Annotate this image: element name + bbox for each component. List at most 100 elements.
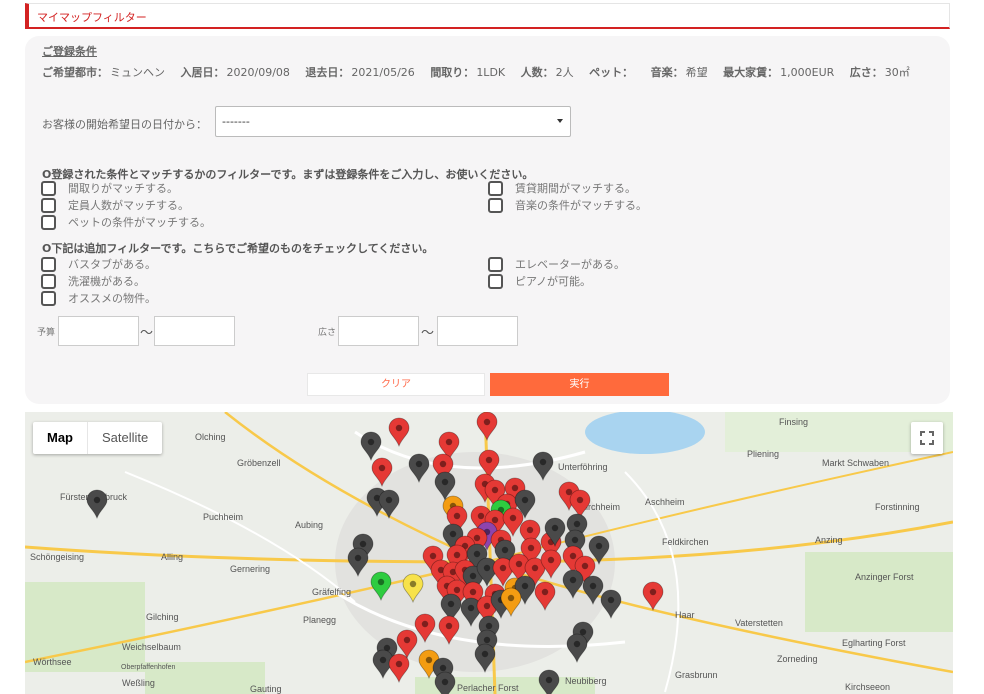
checkbox[interactable]: [41, 214, 56, 230]
cond-moveout-label: 退去日：: [305, 66, 350, 79]
budget-tilde: 〜: [140, 326, 154, 341]
checkbox-label: ペットの条件がマッチする。: [68, 216, 211, 229]
map-marker-icon[interactable]: [360, 431, 382, 462]
cond-movein-label: 入居日：: [180, 66, 225, 79]
cond-music-label: 音楽：: [650, 66, 684, 79]
map-marker-icon[interactable]: [600, 589, 622, 620]
filter-panel: ご登録条件 ご希望都市： ミュンヘン 入居日： 2020/09/08 退去日： 202…: [25, 36, 950, 404]
match-filter-music[interactable]: 音楽の条件がマッチする。: [488, 197, 647, 213]
match-filter-capacity[interactable]: 定員人数がマッチする。: [41, 197, 189, 213]
start-date-select[interactable]: -------: [215, 106, 571, 137]
map-marker-icon[interactable]: [569, 489, 591, 520]
match-filter-layout[interactable]: 間取りがマッチする。: [41, 180, 178, 196]
cond-layout-label: 間取り：: [430, 66, 475, 79]
map-marker-icon[interactable]: [534, 581, 556, 612]
extra-filter-piano[interactable]: ピアノが可能。: [488, 273, 591, 289]
map-marker-icon[interactable]: [562, 569, 584, 600]
map-marker-icon[interactable]: [566, 633, 588, 664]
map-marker-icon[interactable]: [582, 575, 604, 606]
chevron-down-icon: [557, 119, 563, 123]
map-marker-icon[interactable]: [371, 457, 393, 488]
map-marker-icon[interactable]: [388, 417, 410, 448]
start-date-value: -------: [222, 115, 250, 128]
map-marker-icon[interactable]: [434, 671, 456, 694]
extra-filter-bathtub[interactable]: バスタブがある。: [41, 256, 156, 272]
cond-music-value: 希望: [685, 66, 708, 79]
checkbox-label: バスタブがある。: [68, 258, 156, 271]
cond-rent-value: 1,000EUR: [780, 66, 835, 79]
cond-pet-label: ペット：: [589, 66, 634, 79]
map-marker-icon[interactable]: [438, 615, 460, 646]
match-filter-period[interactable]: 賃貸期間がマッチする。: [488, 180, 636, 196]
cond-rent-label: 最大家賃：: [723, 66, 779, 79]
fullscreen-button[interactable]: [911, 422, 943, 454]
map-marker-icon[interactable]: [402, 573, 424, 604]
area-tilde: 〜: [421, 326, 435, 341]
map-type-control: Map Satellite: [33, 422, 163, 454]
map-marker-icon[interactable]: [347, 547, 369, 578]
checkbox[interactable]: [488, 180, 503, 196]
area-max-input[interactable]: [437, 316, 518, 346]
checkbox-label: オススメの物件。: [68, 292, 156, 305]
map-marker-icon[interactable]: [414, 613, 436, 644]
property-map[interactable]: Olching Gröbenzell Fürstenfeldbruck Puch…: [25, 412, 953, 694]
cond-people-label: 人数：: [520, 66, 554, 79]
clear-button[interactable]: クリア: [307, 373, 485, 396]
area-label: 広さ: [318, 328, 337, 338]
checkbox[interactable]: [488, 256, 503, 272]
checkbox[interactable]: [488, 197, 503, 213]
cond-movein-value: 2020/09/08: [226, 66, 290, 79]
start-date-label: お客様の開始希望日の日付から：: [42, 118, 207, 131]
run-button[interactable]: 実行: [490, 373, 669, 396]
map-type-map-button[interactable]: Map: [33, 422, 88, 454]
checkbox[interactable]: [41, 273, 56, 289]
filter-title-bar: マイマップフィルター: [25, 3, 950, 29]
map-marker-icon[interactable]: [474, 643, 496, 674]
cond-layout-value: 1LDK: [476, 66, 506, 79]
extra-filter-recommended[interactable]: オススメの物件。: [41, 290, 156, 306]
extra-filter-elevator[interactable]: エレベーターがある。: [488, 256, 625, 272]
extra-filter-washer[interactable]: 洗濯機がある。: [41, 273, 145, 289]
checkbox-label: 音楽の条件がマッチする。: [515, 199, 647, 212]
checkbox[interactable]: [488, 273, 503, 289]
match-filter-pet[interactable]: ペットの条件がマッチする。: [41, 214, 211, 230]
checkbox-label: 定員人数がマッチする。: [68, 199, 189, 212]
cond-area-label: 広さ：: [849, 66, 883, 79]
checkbox-label: 賃貸期間がマッチする。: [515, 182, 636, 195]
map-marker-icon[interactable]: [642, 581, 664, 612]
conditions-heading: ご登録条件: [42, 45, 97, 58]
cond-area-value: 30㎡: [884, 66, 910, 79]
budget-label: 予算: [37, 328, 56, 338]
map-marker-icon[interactable]: [540, 549, 562, 580]
map-markers: [86, 412, 664, 694]
map-type-satellite-button[interactable]: Satellite: [88, 422, 162, 454]
map-marker-icon[interactable]: [86, 489, 108, 520]
checkbox-label: ピアノが可能。: [515, 275, 592, 288]
cond-city-value: ミュンヘン: [110, 66, 165, 79]
cond-moveout-value: 2021/05/26: [351, 66, 415, 79]
checkbox[interactable]: [41, 180, 56, 196]
cond-people-value: 2人: [555, 66, 574, 79]
budget-min-input[interactable]: [58, 316, 139, 346]
checkbox[interactable]: [41, 197, 56, 213]
map-marker-icon[interactable]: [478, 449, 500, 480]
area-min-input[interactable]: [338, 316, 419, 346]
fullscreen-icon: [920, 431, 934, 445]
checkbox-label: 洗濯機がある。: [68, 275, 145, 288]
map-marker-icon[interactable]: [408, 453, 430, 484]
map-marker-icon[interactable]: [538, 669, 560, 694]
map-marker-icon[interactable]: [378, 489, 400, 520]
map-marker-icon[interactable]: [476, 412, 498, 442]
budget-max-input[interactable]: [154, 316, 235, 346]
conditions-summary: ご希望都市： ミュンヘン 入居日： 2020/09/08 退去日： 2021/05/2…: [42, 64, 910, 80]
page-title: マイマップフィルター: [37, 11, 147, 24]
checkbox[interactable]: [41, 256, 56, 272]
cond-city-label: ご希望都市：: [42, 66, 108, 79]
map-marker-icon[interactable]: [388, 653, 410, 684]
map-marker-icon[interactable]: [532, 451, 554, 482]
checkbox[interactable]: [41, 290, 56, 306]
extra-filter-heading: O下記は追加フィルターです。こちらでご希望のものをチェックしてください。: [42, 242, 434, 255]
map-marker-icon[interactable]: [370, 571, 392, 602]
checkbox-label: 間取りがマッチする。: [68, 182, 178, 195]
checkbox-label: エレベーターがある。: [515, 258, 625, 271]
